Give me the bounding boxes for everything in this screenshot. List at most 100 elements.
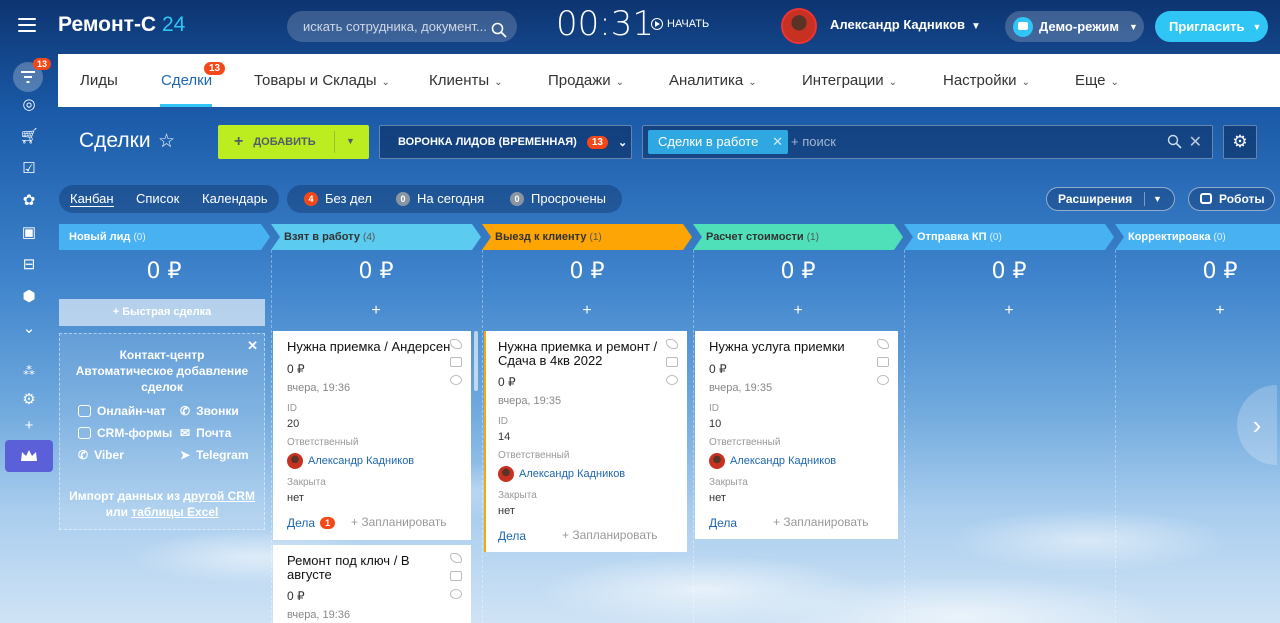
robots-button[interactable]: Роботы [1188,187,1275,211]
channel-chat[interactable]: Онлайн-чат [78,404,166,418]
box-icon[interactable]: ⬢ [20,287,38,305]
deal-title[interactable]: Нужна услуга приемки [709,340,877,354]
user-menu[interactable]: Александр Кадников ▼ [830,17,981,32]
filter-tag[interactable]: Сделки в работе ✕ [648,130,788,154]
deal-activities[interactable]: Дела 1 [287,516,336,530]
deal-card[interactable]: Ремонт под ключ / В августе 0 ₽ вчера, 1… [273,545,471,623]
scrollbar[interactable] [474,331,478,391]
nav-leads[interactable]: Лиды [80,72,118,89]
nav-deals[interactable]: Сделки [161,72,212,89]
add-deal-plus[interactable]: + [904,302,1114,320]
settings-gear-button[interactable]: ⚙ [1223,125,1257,159]
channel-calls[interactable]: ✆ Звонки [180,404,239,418]
filter-search[interactable]: Сделки в работе ✕ + поиск ✕ [642,125,1213,159]
import-excel-link[interactable]: таблицы Excel [131,505,218,519]
crm-icon[interactable]: ✿ [20,191,38,209]
deal-title[interactable]: Нужна приемка / Андерсен [287,340,455,354]
demo-mode-button[interactable]: Демо-режим ▼ [1005,11,1144,42]
mail-icon[interactable] [666,357,678,367]
add-button[interactable]: + ДОБАВИТЬ ▼ [218,125,369,159]
nav-analytics[interactable]: Аналитика ⌄ [669,72,757,89]
add-deal-plus[interactable]: + [693,302,903,320]
robot-icon[interactable]: ⊟ [20,255,38,273]
deal-responsible[interactable]: Александр Кадников [287,453,414,469]
add-deal-plus[interactable]: + [482,302,692,320]
chevron-down-icon[interactable]: ▼ [346,136,355,146]
channel-mail[interactable]: ✉ Почта [180,426,231,440]
scroll-right-button[interactable]: › [1237,385,1277,465]
stage-header[interactable]: Расчет стоимости (1) [696,224,819,250]
stage-header[interactable]: Взят в работу (4) [274,224,375,250]
import-crm-link[interactable]: другой CRM [183,489,255,503]
clear-icon[interactable]: ✕ [1189,132,1202,152]
close-icon[interactable]: ✕ [247,338,258,354]
deal-card[interactable]: Нужна приемка / Андерсен 0 ₽ вчера, 19:3… [273,331,471,540]
add-deal-plus[interactable]: + [1115,302,1280,320]
deal-card[interactable]: Нужна услуга приемки 0 ₽ вчера, 19:35 ID… [695,331,898,539]
stage-header[interactable]: Корректировка (0) [1118,224,1226,250]
deal-responsible[interactable]: Александр Кадников [498,466,625,482]
plan-activity[interactable]: + Запланировать [351,515,447,529]
deal-title[interactable]: Ремонт под ключ / В августе [287,554,455,582]
start-workday-button[interactable]: НАЧАТЬ [651,18,709,30]
avatar[interactable] [781,8,817,44]
channel-viber[interactable]: ✆ Viber [78,448,124,462]
tasks-icon[interactable]: ☑ [20,159,38,177]
phone-icon[interactable] [450,339,462,349]
deal-responsible[interactable]: Александр Кадников [709,453,836,469]
channel-telegram[interactable]: ➤ Telegram [180,448,249,462]
stage-header[interactable]: Выезд к клиенту (1) [485,224,602,250]
counter-no-activities[interactable]: 4 Без дел [304,191,372,206]
plan-activity[interactable]: + Запланировать [773,515,869,529]
quick-deal-button[interactable]: + Быстрая сделка [59,299,265,326]
nav-sales[interactable]: Продажи ⌄ [548,72,624,89]
logo[interactable]: Ремонт-С 24 [58,13,185,37]
deal-id-label: ID [287,403,297,414]
close-icon[interactable]: ✕ [772,130,783,154]
nav-integrations[interactable]: Интеграции ⌄ [802,72,897,89]
nav-more[interactable]: Еще ⌄ [1075,72,1119,89]
star-icon[interactable]: ☆ [158,130,175,153]
stage-header[interactable]: Новый лид (0) [59,224,146,250]
deal-activities[interactable]: Дела [709,516,737,530]
deal-title[interactable]: Нужна приемка и ремонт / Сдача в 4кв 202… [498,340,663,368]
view-list[interactable]: Список [136,191,179,206]
view-kanban[interactable]: Канбан [70,191,114,207]
mail-icon[interactable] [450,357,462,367]
menu-icon[interactable] [18,18,36,32]
chat-icon[interactable] [666,375,678,385]
channel-forms[interactable]: CRM-формы [78,426,172,440]
nav-settings[interactable]: Настройки ⌄ [943,72,1030,89]
settings-icon[interactable]: ⚙ [20,390,38,408]
deal-card[interactable]: Нужна приемка и ремонт / Сдача в 4кв 202… [484,331,687,552]
stage-header[interactable]: Отправка КП (0) [907,224,1002,250]
add-deal-plus[interactable]: + [271,302,481,320]
search-input[interactable]: искать сотрудника, документ... [287,11,517,42]
counter-today[interactable]: 0 На сегодня [396,191,484,206]
extensions-button[interactable]: Расширения ▼ [1046,187,1175,211]
phone-icon[interactable] [450,553,462,563]
nav-products[interactable]: Товары и Склады ⌄ [254,72,390,89]
target-icon[interactable]: ◎ [20,95,38,113]
chat-icon[interactable] [877,375,889,385]
more-icon[interactable]: ⌄ [20,319,38,337]
nav-clients[interactable]: Клиенты ⌄ [429,72,503,89]
chat-icon[interactable] [450,375,462,385]
funnel-select[interactable]: ВОРОНКА ЛИДОВ (ВРЕМЕННАЯ) 13 ⌄ [379,125,632,159]
view-calendar[interactable]: Календарь [202,191,268,206]
plan-activity[interactable]: + Запланировать [562,528,658,542]
chat-icon[interactable] [450,589,462,599]
deal-activities[interactable]: Дела [498,529,526,543]
structure-icon[interactable]: ⁂ [20,362,38,380]
counter-overdue[interactable]: 0 Просрочены [510,191,606,206]
add-icon[interactable]: + [20,416,38,434]
mail-icon[interactable] [450,571,462,581]
phone-icon[interactable] [877,339,889,349]
cart-icon[interactable]: 🛒︎ [19,127,38,145]
search-icon[interactable] [1167,134,1182,152]
stage-sum: 0 ₽ [146,259,182,284]
crown-icon[interactable] [5,440,53,472]
mail-icon[interactable] [877,357,889,367]
phone-icon[interactable] [666,339,678,349]
invite-button[interactable]: Пригласить ▼ [1155,11,1268,42]
